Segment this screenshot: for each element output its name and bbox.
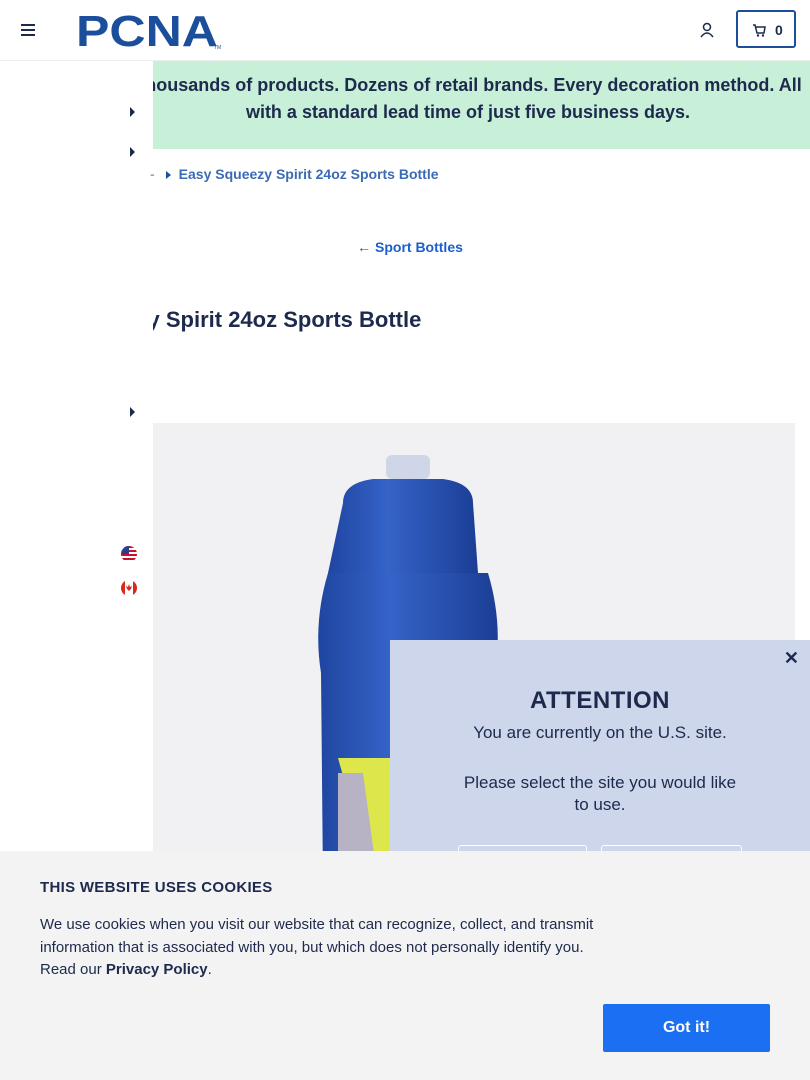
cart-icon [753, 24, 766, 37]
us-flag-icon[interactable] [121, 546, 137, 562]
privacy-policy-link[interactable]: Privacy Policy [106, 961, 208, 978]
back-link-label: Sport Bottles [375, 239, 463, 255]
cart-count: 0 [775, 22, 783, 38]
modal-instructions: Please select the site you would like to… [463, 773, 737, 814]
side-caret-icon[interactable] [130, 147, 135, 157]
pcna-logo[interactable]: PCNA TM [76, 10, 226, 50]
modal-current-site-text: You are currently on the U.S. site. [473, 723, 727, 742]
breadcrumb-current: Easy Squeezy Spirit 24oz Sports Bottle [178, 166, 439, 182]
side-caret-icon[interactable] [130, 407, 135, 417]
title-clip: Easy Squeezy Spirit 24oz Sports Bottle [153, 300, 613, 340]
menu-icon[interactable] [21, 24, 35, 36]
cookie-banner: THIS WEBSITE USES COOKIES We use cookies… [0, 851, 810, 1080]
side-caret-icon[interactable] [130, 107, 135, 117]
cookie-suffix: . [207, 961, 212, 978]
cart-button[interactable]: 0 [736, 10, 796, 48]
cookie-title: THIS WEBSITE USES COOKIES [40, 879, 273, 896]
svg-text:TM: TM [214, 45, 221, 50]
close-icon[interactable]: ✕ [784, 648, 799, 669]
user-icon[interactable] [699, 22, 715, 38]
modal-title: ATTENTION [529, 687, 671, 714]
breadcrumb: - Easy Squeezy Spirit 24oz Sports Bottle [150, 166, 439, 182]
promo-banner-text: Thousands of products. Dozens of retail … [153, 75, 802, 122]
cookie-text: We use cookies when you visit our websit… [40, 914, 600, 982]
svg-text:PCNA: PCNA [76, 10, 218, 50]
site-header: PCNA TM 0 [0, 0, 810, 61]
promo-banner: Thousands of products. Dozens of retail … [153, 61, 810, 149]
arrow-left-icon: ← [357, 239, 371, 255]
product-title: Easy Squeezy Spirit 24oz Sports Bottle [153, 307, 422, 332]
breadcrumb-separator-icon [165, 170, 171, 179]
canada-flag-icon[interactable] [121, 580, 137, 596]
back-to-category-link[interactable]: ← Sport Bottles [357, 239, 463, 255]
got-it-button[interactable]: Got it! [603, 1004, 770, 1052]
